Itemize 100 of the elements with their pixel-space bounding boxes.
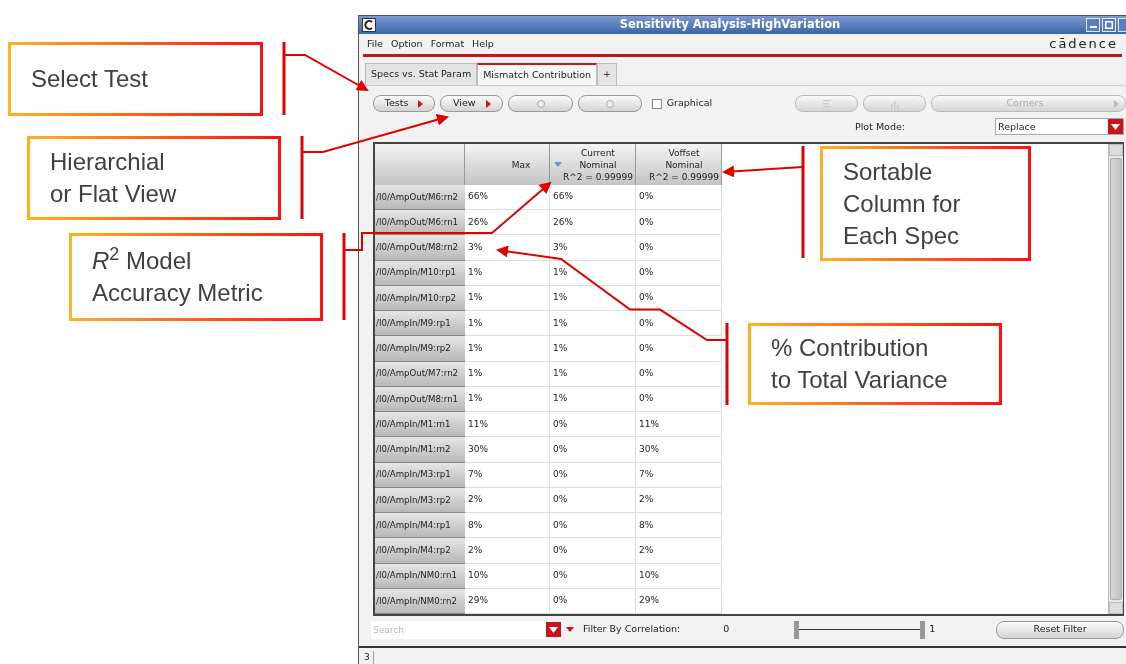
tab[interactable]: Specs vs. Stat Param [365,62,478,85]
bar-chart-icon [889,98,900,109]
slider-handle[interactable] [794,620,800,639]
minimize-button[interactable] [1086,18,1100,33]
table-cell: 0% [636,336,722,362]
row-header[interactable]: /I0/AmpIn/M10:rp1 [375,260,465,286]
table-cell: 1% [550,386,636,413]
dropdown-button[interactable] [546,622,561,638]
plot-mode-label: Plot Mode: [855,119,905,134]
close-button[interactable] [1118,18,1126,33]
table-cell: 66% [465,184,550,211]
caret-icon[interactable] [566,626,574,633]
table-cell: 0% [550,513,636,539]
table-cell: 7% [465,462,550,488]
row-header[interactable]: /I0/AmpIn/M9:rp2 [375,336,465,362]
tab[interactable]: Mismatch Contribution [477,62,597,85]
sort-arrow-icon [554,161,562,168]
table-cell: 0% [550,437,636,463]
table-cell: 1% [465,361,550,387]
table-cell: 1% [550,260,636,286]
row-header[interactable]: /I0/AmpIn/M9:rp1 [375,311,465,337]
table-cell: 0% [636,184,722,211]
window-title: Sensitivity Analysis-HighVariation [618,16,842,34]
table-cell: 0% [550,588,636,615]
circle-icon [535,98,546,109]
table-cell: 29% [636,588,722,615]
table-cell: 10% [465,563,550,589]
dropdown-arrow-icon [549,626,558,633]
tab[interactable]: + [597,62,617,85]
table-cell: 2% [465,538,550,564]
slider-handle[interactable] [920,620,926,639]
callout-box: Select Test [8,42,263,116]
search-field[interactable]: Search [371,620,546,639]
row-header[interactable]: /I0/AmpOut/M7:rn2 [375,361,465,387]
callout-box: R$^{2}$ Model Accuracy Metric [69,233,323,321]
menu-button[interactable]: Tests [373,95,436,113]
table-cell: 1% [465,285,550,312]
table-cell: 3% [465,235,550,261]
menu-item[interactable]: Option [390,36,423,52]
menu-button[interactable]: View [440,95,504,113]
row-header[interactable]: /I0/AmpIn/M1:rn1 [375,412,465,438]
caret-icon [418,99,424,108]
table-cell: 2% [636,487,722,514]
table-cell: 0% [550,462,636,488]
table-cell: 2% [636,538,722,564]
table-cell: 7% [636,462,722,488]
plot-mode-dropdown[interactable]: Replace [995,118,1124,136]
checkbox-label: Graphical [666,96,713,111]
table-cell: 0% [636,361,722,387]
caret-icon [1114,99,1119,108]
row-header[interactable]: /I0/AmpIn/M3:rp1 [375,462,465,488]
table-cell: 29% [465,588,550,615]
row-header[interactable]: /I0/AmpIn/M3:rp2 [375,487,465,514]
table-cell: 0% [636,386,722,413]
table-cell: 8% [465,513,550,539]
table-cell: 66% [550,184,636,211]
row-header[interactable]: /I0/AmpOut/M6:rn2 [375,184,465,211]
table-cell: 0% [550,487,636,514]
icon-button[interactable] [508,95,573,113]
row-header[interactable]: /I0/AmpIn/NM0:rn1 [375,563,465,589]
table-cell: 1% [465,311,550,337]
table-cell: 3% [550,235,636,261]
row-header[interactable]: /I0/AmpIn/NM0:rn2 [375,588,465,615]
checkbox[interactable] [651,98,662,109]
filter-label: Filter By Correlation: [583,622,681,637]
table-cell: 30% [465,437,550,463]
menu-item[interactable]: File [367,36,383,52]
table-cell: 1% [465,336,550,362]
row-header[interactable]: /I0/AmpOut/M8:rn1 [375,386,465,413]
callout-box: Sortable Column for Each Spec [820,146,1031,261]
row-header[interactable]: /I0/AmpOut/M6:rn1 [375,210,465,236]
column-header[interactable]: Current Nominal R^2 = 0.99999 [550,144,636,185]
table-cell: 8% [636,513,722,539]
maximize-icon [1105,21,1113,30]
row-header[interactable]: /I0/AmpIn/M4:rp1 [375,513,465,539]
row-header[interactable]: /I0/AmpIn/M10:rp2 [375,285,465,312]
column-header[interactable]: Voffset Nominal R^2 = 0.99999 [636,144,722,185]
table-cell: 11% [636,412,722,438]
range-max-label: 1 [929,622,936,637]
table-cell: 0% [636,210,722,236]
row-header[interactable]: /I0/AmpIn/M4:rp2 [375,538,465,564]
company-logo: cādence [1049,35,1118,54]
range-slider[interactable] [794,620,926,639]
caret-icon [485,99,491,108]
row-header[interactable]: /I0/AmpOut/M8:rn2 [375,235,465,261]
menu-item[interactable]: Format [430,36,465,52]
maximize-button[interactable] [1102,18,1116,33]
minimize-icon [1089,26,1097,29]
reset-filter-button[interactable]: Reset Filter [996,620,1124,639]
list-icon [821,98,832,109]
table-cell: 26% [550,210,636,236]
column-header[interactable]: Max [465,144,550,185]
icon-button[interactable] [577,95,642,113]
table-cell: 1% [550,311,636,337]
table-cell: 0% [636,235,722,261]
scrollbar[interactable] [1108,144,1123,615]
row-header[interactable]: /I0/AmpIn/M1:rn2 [375,437,465,463]
table-cell: 2% [465,487,550,514]
table-cell: 0% [636,311,722,337]
menu-item[interactable]: Help [472,36,494,52]
